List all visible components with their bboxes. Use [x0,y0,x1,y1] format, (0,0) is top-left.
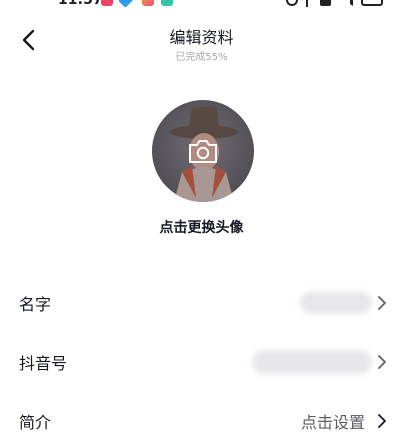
profile-row-bio[interactable]: 简介 点击设置 [0,393,403,434]
row-label-douyin-id: 抖音号 [19,354,68,373]
alarm-icon [286,0,298,6]
nfc-icon [320,0,331,6]
chevron-right-icon [378,355,386,369]
app-notification-icon [118,0,134,8]
app-notification-icon [142,0,154,6]
chevron-right-icon [378,414,386,428]
chevron-right-icon [378,296,386,310]
bluetooth-icon [306,0,312,7]
row-label-name: 名字 [19,295,52,314]
app-notification-icon [101,0,113,6]
signal-icon [339,0,353,6]
row-label-bio: 简介 [19,413,52,432]
change-avatar-label[interactable]: 点击更换头像 [0,217,403,237]
avatar[interactable] [152,100,254,202]
header: 编辑资料 已完成55% [0,20,403,66]
battery-icon [361,0,383,6]
redacted-douyin-id-value [252,350,372,374]
camera-icon [189,140,217,163]
status-time: 11:57 [58,0,103,8]
app-notification-icon [161,0,173,6]
redacted-name-value [300,292,372,314]
page-title: 编辑资料 [169,28,234,47]
row-value-bio: 点击设置 [300,413,365,432]
completion-progress: 已完成55% [175,52,228,63]
system-icons [286,0,383,7]
profile-row-name[interactable]: 名字 [0,275,403,331]
status-bar: 11:57 [0,0,403,10]
profile-row-douyin-id[interactable]: 抖音号 [0,334,403,390]
